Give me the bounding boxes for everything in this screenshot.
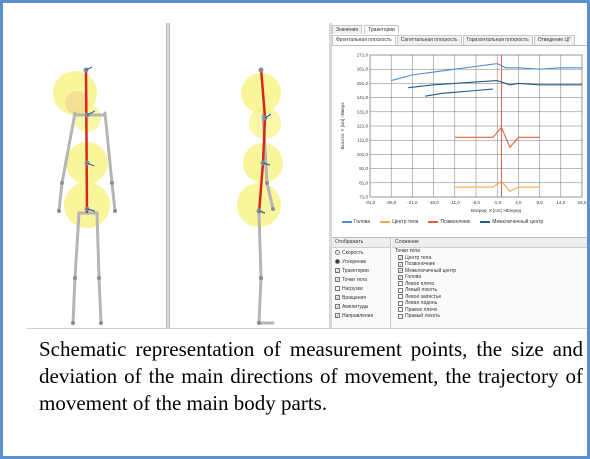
legend-spine: Позвоночник <box>428 219 470 225</box>
figure-frame: Значения Траектории Фронтальная плоскост… <box>0 0 590 459</box>
viewport-splitter[interactable] <box>166 23 170 328</box>
y-tick-label: 171,0 <box>357 53 369 58</box>
trajectory-chart: -31,0 -26,0 -21,0 -16,0 -11,0 -6,0 -1,0 4,0 9,0 1… <box>332 47 587 237</box>
list-item-label: Правый локоть <box>405 313 441 319</box>
tab-values[interactable]: Значения <box>332 25 363 34</box>
check-loads-label: Нагрузки <box>342 285 363 292</box>
list-item[interactable]: Правый локоть <box>392 313 587 320</box>
chart-legend: Голова Центр тела Позвоночник Межключичн… <box>342 219 543 225</box>
y-tick-label: 91,0 <box>359 166 368 171</box>
options-area: Отображать Скорость Ускорение ✓ Траектори… <box>332 237 587 328</box>
check-body-points-label: Точки тела <box>342 276 367 283</box>
x-tick-label: -16,0 <box>428 200 439 205</box>
radio-speed-control[interactable] <box>335 250 340 255</box>
y-tick-label: 161,0 <box>357 67 369 72</box>
x-tick-label: 19,0 <box>578 200 587 205</box>
legend-center: Центр тела <box>380 219 418 225</box>
x-axis-label: Вперед: X [cm] >Вперед <box>471 208 521 213</box>
tab-sagittal[interactable]: Сагиттальная плоскость <box>396 35 462 45</box>
top-tabs: Значения Траектории <box>332 25 399 34</box>
tracking-list-header: Сложение <box>392 238 587 248</box>
radio-acceleration-label: Ускорение <box>342 258 367 265</box>
y-tick-label: 131,0 <box>357 109 369 114</box>
check-rotations-label: Вращения <box>342 294 366 301</box>
list-item-checkbox[interactable] <box>398 307 403 313</box>
legend-label-intercenter: Межключичный центр <box>492 219 544 225</box>
list-item-checkbox[interactable] <box>398 313 403 319</box>
check-trajectories-label: Траектории <box>342 267 369 274</box>
y-tick-label: 71,0 <box>359 195 368 200</box>
x-tick-label: -31,0 <box>365 200 376 205</box>
legend-label-head: Голова <box>354 219 371 225</box>
x-tick-label: 9,0 <box>536 200 543 205</box>
list-item-checkbox[interactable] <box>398 300 403 306</box>
display-options: Отображать Скорость Ускорение ✓ Траектори… <box>332 238 391 328</box>
x-tick-label: -21,0 <box>407 200 418 205</box>
check-body-points[interactable]: ✓ Точки тела <box>332 275 390 284</box>
x-tick-label: -26,0 <box>386 200 397 205</box>
legend-label-spine: Позвоночник <box>440 219 471 225</box>
tab-horizontal[interactable]: Горизонтальная плоскость <box>462 35 533 45</box>
list-item-checkbox[interactable]: ✓ <box>398 274 403 280</box>
skeleton-viewport <box>27 23 332 328</box>
chart-svg: -31,0 -26,0 -21,0 -16,0 -11,0 -6,0 -1,0 4,0 9,0 1… <box>340 53 587 214</box>
radio-speed-label: Скорость <box>342 249 364 256</box>
x-tick-label: 14,0 <box>556 200 565 205</box>
display-options-header: Отображать <box>332 238 390 248</box>
y-tick-label: 111,0 <box>357 138 368 143</box>
tab-cg-deviation[interactable]: Отведение ЦГ <box>533 35 575 45</box>
check-rotations-box[interactable]: ✓ <box>335 295 340 300</box>
y-tick-label: 121,0 <box>357 124 369 129</box>
check-loads-box[interactable] <box>335 286 340 291</box>
check-amplitudes-box[interactable]: ✓ <box>335 304 340 309</box>
radio-acceleration[interactable]: Ускорение <box>332 257 390 266</box>
list-item-checkbox[interactable]: ✓ <box>398 261 403 267</box>
trajectory-panel: Значения Траектории Фронтальная плоскост… <box>332 23 587 328</box>
y-tick-label: 151,0 <box>357 81 369 86</box>
check-trajectories[interactable]: ✓ Траектории <box>332 266 390 275</box>
check-directions-label: Направления <box>342 312 374 319</box>
list-item-checkbox[interactable] <box>398 287 403 293</box>
y-tick-label: 81,0 <box>359 180 368 185</box>
check-body-points-box[interactable]: ✓ <box>335 277 340 282</box>
skeleton-canvas <box>53 66 283 325</box>
check-amplitudes-label: Амплитуды <box>342 303 369 310</box>
check-directions[interactable]: ✓ Направления <box>332 311 390 320</box>
check-rotations[interactable]: ✓ Вращения <box>332 293 390 302</box>
radio-acceleration-control[interactable] <box>335 259 340 264</box>
check-directions-box[interactable]: ✓ <box>335 313 340 318</box>
list-item-checkbox[interactable]: ✓ <box>398 268 403 274</box>
x-tick-label: -6,0 <box>472 200 480 205</box>
tab-trajectories[interactable]: Траектории <box>364 25 399 34</box>
list-item-checkbox[interactable] <box>398 294 403 300</box>
check-trajectories-box[interactable]: ✓ <box>335 268 340 273</box>
list-item-checkbox[interactable] <box>398 281 403 287</box>
side-skeleton <box>237 67 283 325</box>
app-screenshot: Значения Траектории Фронтальная плоскост… <box>27 23 587 329</box>
radio-speed[interactable]: Скорость <box>332 248 390 257</box>
figure-caption: Schematic representation of measurement … <box>39 337 583 415</box>
x-tick-label: -11,0 <box>450 200 460 205</box>
legend-intercenter: Межключичный центр <box>480 219 543 225</box>
front-skeleton <box>53 66 117 325</box>
check-loads[interactable]: Нагрузки <box>332 284 390 293</box>
y-axis-label: Высота: Y [cm] >Вверх <box>340 102 345 150</box>
tracking-list: Сложение Точки тела ✓ Центр тела ✓ Позвоно… <box>392 238 587 328</box>
plane-tabs: Фронтальная плоскость Сагиттальная плоск… <box>332 35 587 46</box>
y-tick-label: 101,0 <box>357 152 369 157</box>
list-item-checkbox[interactable]: ✓ <box>398 255 403 261</box>
legend-label-center: Центр тела <box>392 219 419 225</box>
y-tick-label: 141,0 <box>357 95 369 100</box>
x-tick-label: -1,0 <box>493 200 501 205</box>
check-amplitudes[interactable]: ✓ Амплитуды <box>332 302 390 311</box>
tab-frontal[interactable]: Фронтальная плоскость <box>332 35 396 45</box>
x-tick-label: 4,0 <box>515 200 522 205</box>
legend-head: Голова <box>342 219 370 225</box>
